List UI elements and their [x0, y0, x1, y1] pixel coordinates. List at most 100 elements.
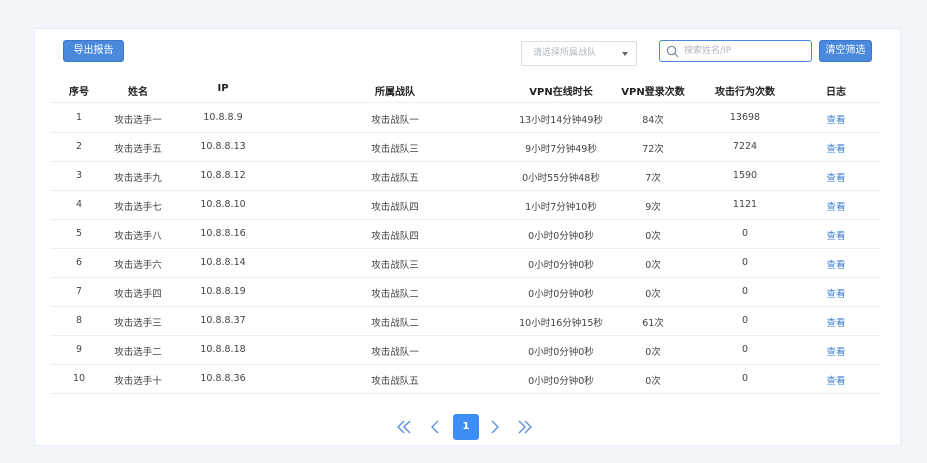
double-chevron-right-icon[interactable]: [516, 414, 534, 440]
cell-attack-count: 0: [741, 344, 749, 355]
cell-team: 攻击战队五: [371, 376, 419, 387]
header-ip: IP: [217, 83, 229, 94]
table-body: 1 攻击选手一 10.8.8.9 攻击战队一 13小时14分钟49秒 84次 1…: [51, 104, 881, 394]
table-row: 7 攻击选手四 10.8.8.19 攻击战队二 0小时0分钟0秒 0次 0 查看: [51, 278, 881, 307]
header-log: 日志: [826, 87, 846, 98]
view-log-link[interactable]: 查看: [826, 286, 845, 300]
team-select[interactable]: 请选择所属战队: [521, 41, 637, 66]
cell-ip: 10.8.8.9: [203, 112, 243, 123]
cell-vpn-logins: 84次: [642, 115, 664, 126]
search-placeholder: 搜索姓名/IP: [684, 46, 732, 56]
cell-vpn-logins: 0次: [645, 260, 661, 271]
view-log-link[interactable]: 查看: [826, 257, 845, 271]
cell-ip: 10.8.8.14: [200, 257, 246, 268]
search-input[interactable]: 搜索姓名/IP: [659, 40, 812, 62]
cell-ip: 10.8.8.16: [200, 228, 246, 239]
chevron-left-icon[interactable]: [428, 414, 442, 440]
cell-ip: 10.8.8.12: [200, 170, 246, 181]
cell-attack-count: 0: [741, 373, 749, 384]
table-row: 9 攻击选手二 10.8.8.18 攻击战队一 0小时0分钟0秒 0次 0 查看: [51, 336, 881, 365]
cell-team: 攻击战队四: [371, 231, 419, 242]
table-row: 4 攻击选手七 10.8.8.10 攻击战队四 1小时7分钟10秒 9次 112…: [51, 191, 881, 220]
cell-index: 3: [75, 170, 83, 181]
cell-attack-count: 1590: [732, 170, 758, 181]
cell-team: 攻击战队三: [371, 260, 419, 271]
cell-attack-count: 0: [741, 315, 749, 326]
view-log-link[interactable]: 查看: [826, 315, 845, 329]
export-report-button[interactable]: 导出报告: [63, 40, 124, 62]
cell-vpn-logins: 0次: [645, 347, 661, 358]
cell-index: 10: [72, 373, 86, 384]
cell-name: 攻击选手六: [114, 260, 162, 271]
table-row: 10 攻击选手十 10.8.8.36 攻击战队五 0小时0分钟0秒 0次 0 查…: [51, 365, 881, 394]
page-1-button[interactable]: 1: [453, 414, 479, 440]
cell-vpn-duration: 0小时0分钟0秒: [528, 289, 594, 300]
cell-vpn-duration: 1小时7分钟10秒: [525, 202, 597, 213]
cell-attack-count: 0: [741, 228, 749, 239]
cell-name: 攻击选手五: [114, 144, 162, 155]
header-team: 所属战队: [375, 87, 415, 98]
cell-team: 攻击战队五: [371, 173, 419, 184]
cell-team: 攻击战队四: [371, 202, 419, 213]
cell-vpn-duration: 10小时16分钟15秒: [519, 318, 603, 329]
table-row: 3 攻击选手九 10.8.8.12 攻击战队五 0小时55分钟48秒 7次 15…: [51, 162, 881, 191]
table-row: 1 攻击选手一 10.8.8.9 攻击战队一 13小时14分钟49秒 84次 1…: [51, 104, 881, 133]
cell-team: 攻击战队一: [371, 347, 419, 358]
table-row: 2 攻击选手五 10.8.8.13 攻击战队三 9小时7分钟49秒 72次 72…: [51, 133, 881, 162]
view-log-link[interactable]: 查看: [826, 344, 845, 358]
cell-name: 攻击选手四: [114, 289, 162, 300]
cell-index: 6: [75, 257, 83, 268]
view-log-link[interactable]: 查看: [826, 141, 845, 155]
caret-down-icon: [622, 52, 628, 56]
view-log-link[interactable]: 查看: [826, 112, 845, 126]
cell-team: 攻击战队一: [371, 115, 419, 126]
cell-ip: 10.8.8.13: [200, 141, 246, 152]
view-log-link[interactable]: 查看: [826, 170, 845, 184]
cell-team: 攻击战队二: [371, 318, 419, 329]
cell-attack-count: 13698: [729, 112, 761, 123]
team-select-placeholder: 请选择所属战队: [533, 48, 597, 58]
cell-vpn-logins: 9次: [645, 202, 661, 213]
cell-vpn-duration: 0小时0分钟0秒: [528, 231, 594, 242]
view-log-link[interactable]: 查看: [826, 228, 845, 242]
cell-vpn-duration: 0小时55分钟48秒: [522, 173, 600, 184]
table-row: 5 攻击选手八 10.8.8.16 攻击战队四 0小时0分钟0秒 0次 0 查看: [51, 220, 881, 249]
clear-filter-button[interactable]: 清空筛选: [819, 40, 872, 62]
cell-index: 5: [75, 228, 83, 239]
cell-name: 攻击选手九: [114, 173, 162, 184]
search-icon: [666, 45, 679, 66]
content-panel: 导出报告 请选择所属战队 搜索姓名/IP 清空筛选 序号 姓名 IP 所属战队 …: [34, 28, 901, 446]
table-row: 6 攻击选手六 10.8.8.14 攻击战队三 0小时0分钟0秒 0次 0 查看: [51, 249, 881, 278]
cell-vpn-logins: 7次: [645, 173, 661, 184]
cell-vpn-duration: 0小时0分钟0秒: [528, 376, 594, 387]
cell-vpn-duration: 13小时14分钟49秒: [519, 115, 603, 126]
cell-name: 攻击选手一: [114, 115, 162, 126]
cell-ip: 10.8.8.18: [200, 344, 246, 355]
view-log-link[interactable]: 查看: [826, 199, 845, 213]
double-chevron-left-icon[interactable]: [395, 414, 413, 440]
cell-attack-count: 7224: [732, 141, 758, 152]
cell-attack-count: 0: [741, 286, 749, 297]
header-name: 姓名: [128, 87, 148, 98]
cell-name: 攻击选手二: [114, 347, 162, 358]
cell-vpn-logins: 0次: [645, 289, 661, 300]
cell-name: 攻击选手七: [114, 202, 162, 213]
cell-vpn-logins: 72次: [642, 144, 664, 155]
chevron-right-icon[interactable]: [488, 414, 502, 440]
cell-name: 攻击选手十: [114, 376, 162, 387]
cell-index: 9: [75, 344, 83, 355]
cell-ip: 10.8.8.36: [200, 373, 246, 384]
cell-vpn-logins: 61次: [642, 318, 664, 329]
cell-attack-count: 0: [741, 257, 749, 268]
cell-index: 4: [75, 199, 83, 210]
cell-vpn-duration: 0小时0分钟0秒: [528, 347, 594, 358]
view-log-link[interactable]: 查看: [826, 373, 845, 387]
cell-name: 攻击选手八: [114, 231, 162, 242]
cell-vpn-logins: 0次: [645, 231, 661, 242]
cell-vpn-duration: 0小时0分钟0秒: [528, 260, 594, 271]
header-vpn-duration: VPN在线时长: [529, 87, 593, 98]
cell-team: 攻击战队二: [371, 289, 419, 300]
cell-index: 2: [75, 141, 83, 152]
header-vpn-logins: VPN登录次数: [621, 87, 685, 98]
cell-ip: 10.8.8.37: [200, 315, 246, 326]
